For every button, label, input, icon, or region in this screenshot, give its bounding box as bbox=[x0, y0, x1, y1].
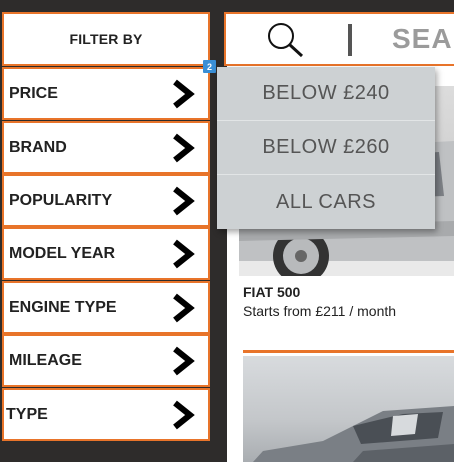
filter-item-engine-type[interactable]: ENGINE TYPE bbox=[2, 281, 210, 334]
filter-item-label: ENGINE TYPE bbox=[9, 298, 117, 316]
notification-badge: 2 bbox=[203, 60, 216, 73]
chevron-right-icon bbox=[170, 400, 196, 430]
filter-item-label: MODEL YEAR bbox=[9, 244, 116, 262]
chevron-right-icon bbox=[170, 133, 196, 163]
search-divider bbox=[348, 24, 352, 56]
search-icon[interactable] bbox=[264, 20, 306, 64]
filter-item-label: POPULARITY bbox=[9, 191, 113, 209]
car-image[interactable] bbox=[243, 356, 454, 462]
chevron-right-icon bbox=[170, 79, 196, 109]
dropdown-option-all-cars[interactable]: ALL CARS bbox=[217, 175, 435, 229]
car-price: Starts from £211 / month bbox=[243, 303, 397, 319]
car-name[interactable]: FIAT 500 bbox=[243, 284, 300, 300]
filter-item-mileage[interactable]: MILEAGE bbox=[2, 334, 210, 387]
filter-item-popularity[interactable]: POPULARITY bbox=[2, 174, 210, 227]
chevron-right-icon bbox=[170, 346, 196, 376]
chevron-right-icon bbox=[170, 186, 196, 216]
price-dropdown: BELOW £240 BELOW £260 ALL CARS bbox=[217, 67, 435, 229]
chevron-right-icon bbox=[170, 239, 196, 269]
filter-item-brand[interactable]: BRAND bbox=[2, 121, 210, 174]
filter-item-type[interactable]: TYPE bbox=[2, 388, 210, 441]
chevron-right-icon bbox=[170, 293, 196, 323]
card-divider bbox=[243, 350, 454, 353]
filter-item-label: TYPE bbox=[6, 405, 48, 423]
filter-item-label: PRICE bbox=[9, 84, 58, 102]
filter-item-price[interactable]: PRICE bbox=[2, 67, 210, 120]
filter-item-label: MILEAGE bbox=[9, 351, 82, 369]
search-bar[interactable]: SEARCH bbox=[224, 12, 454, 66]
dropdown-option-below-240[interactable]: BELOW £240 bbox=[217, 67, 435, 121]
dropdown-option-below-260[interactable]: BELOW £260 bbox=[217, 121, 435, 175]
filter-item-label: BRAND bbox=[9, 138, 67, 156]
search-label[interactable]: SEARCH bbox=[392, 23, 454, 55]
filter-item-model-year[interactable]: MODEL YEAR bbox=[2, 227, 210, 280]
filter-header: FILTER BY bbox=[2, 12, 210, 66]
